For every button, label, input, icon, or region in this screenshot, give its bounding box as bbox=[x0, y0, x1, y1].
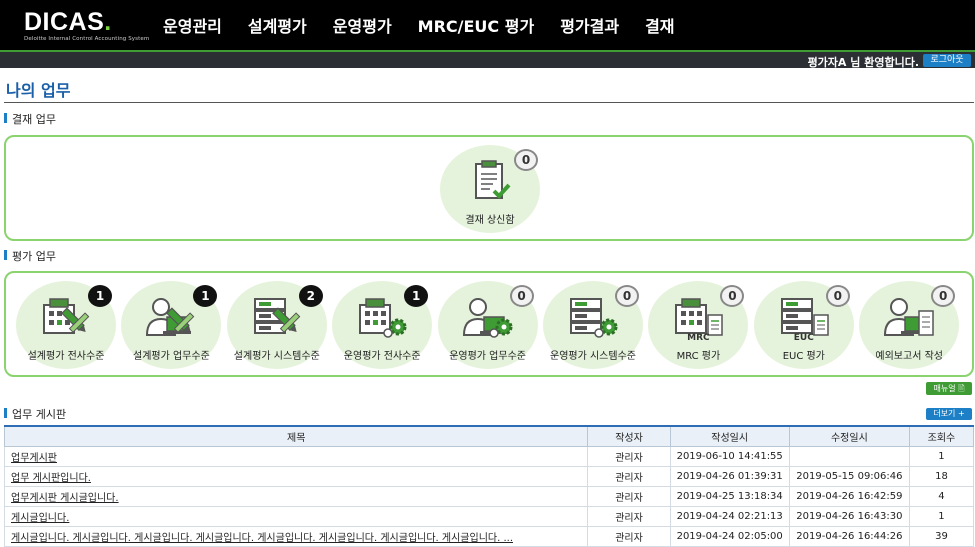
menu-evaluation-result[interactable]: 평가결과 bbox=[560, 13, 619, 37]
row-title[interactable]: 게시글입니다. bbox=[3, 505, 589, 527]
row-views: 1 bbox=[908, 445, 975, 467]
row-title[interactable]: 업무게시판 bbox=[3, 445, 589, 467]
row-views: 39 bbox=[908, 525, 975, 547]
row-author: 관리자 bbox=[587, 465, 671, 487]
row-created: 2019-06-10 14:41:55 bbox=[669, 445, 790, 467]
row-modified: 2019-04-26 16:43:30 bbox=[788, 505, 910, 527]
count-badge: 0 bbox=[825, 285, 850, 307]
page-title: 나의 업무 bbox=[6, 81, 71, 100]
clipboard-check-icon bbox=[475, 160, 511, 199]
evaluation-section-heading: 평가 업무 bbox=[4, 248, 56, 264]
row-author: 관리자 bbox=[587, 525, 671, 547]
row-views: 1 bbox=[908, 505, 975, 527]
count-badge: 0 bbox=[514, 149, 538, 171]
table-row[interactable]: 업무게시판 관리자 2019-06-10 14:41:55 1 bbox=[3, 445, 975, 467]
col-created: 작성일시 bbox=[669, 425, 790, 447]
row-modified: 2019-04-26 16:42:59 bbox=[788, 485, 910, 507]
count-badge: 1 bbox=[404, 285, 429, 307]
table-row[interactable]: 업무게시판 게시글입니다. 관리자 2019-04-25 13:18:34 2019-… bbox=[3, 485, 975, 507]
person-laptop-report-icon bbox=[884, 298, 934, 336]
row-modified: 2019-05-15 09:06:46 bbox=[788, 465, 910, 487]
col-views: 조회수 bbox=[908, 425, 975, 447]
building-pencil-icon bbox=[43, 298, 90, 334]
person-laptop-gear-icon bbox=[462, 298, 513, 338]
welcome-text: 평가자A 님 환영합니다. bbox=[807, 56, 919, 69]
server-pencil-icon bbox=[253, 298, 301, 334]
main-menu: 운영관리 설계평가 운영평가 MRC/EUC 평가 평가결과 결재 bbox=[150, 0, 688, 50]
row-created: 2019-04-24 02:05:00 bbox=[669, 525, 790, 547]
title-divider bbox=[4, 102, 974, 103]
table-header-row: 제목 작성자 작성일시 수정일시 조회수 bbox=[3, 425, 975, 447]
row-created: 2019-04-25 13:18:34 bbox=[669, 485, 790, 507]
more-button[interactable]: 더보기 + bbox=[926, 408, 972, 420]
dicas-logo[interactable]: DICAS. Deloitte Internal Control Account… bbox=[24, 10, 149, 43]
menu-mrc-euc-evaluation[interactable]: MRC/EUC 평가 bbox=[418, 13, 535, 37]
count-badge: 2 bbox=[298, 285, 323, 307]
menu-design-evaluation[interactable]: 설계평가 bbox=[248, 13, 307, 37]
manual-button[interactable]: 매뉴얼 🖹 bbox=[926, 382, 972, 395]
count-badge: 0 bbox=[509, 285, 534, 307]
board-section-heading: 업무 게시판 bbox=[4, 406, 66, 422]
col-modified: 수정일시 bbox=[788, 425, 910, 447]
table-row[interactable]: 업무 게시판입니다. 관리자 2019-04-26 01:39:31 2019-05-… bbox=[3, 465, 975, 487]
tile-label: 예외보고서 작성 bbox=[875, 351, 943, 362]
row-title[interactable]: 게시글입니다. 게시글입니다. 게시글입니다. 게시글입니다. 게시글입니다. … bbox=[3, 525, 589, 547]
row-created: 2019-04-24 02:21:13 bbox=[669, 505, 790, 527]
top-navigation-bar: DICAS. Deloitte Internal Control Account… bbox=[0, 0, 975, 50]
row-modified: 2019-04-26 16:44:26 bbox=[788, 525, 910, 547]
row-title[interactable]: 업무 게시판입니다. bbox=[3, 465, 589, 487]
menu-operation-evaluation[interactable]: 운영평가 bbox=[333, 13, 392, 37]
user-bar: 평가자A 님 환영합니다. 로그아웃 bbox=[0, 50, 975, 69]
count-badge: 0 bbox=[615, 285, 639, 307]
col-author: 작성자 bbox=[587, 425, 671, 447]
row-created: 2019-04-26 01:39:31 bbox=[669, 465, 790, 487]
approval-box: 결재 상신함 0 bbox=[4, 135, 974, 241]
row-author: 관리자 bbox=[587, 445, 671, 467]
row-title[interactable]: 업무게시판 게시글입니다. bbox=[3, 485, 589, 507]
row-views: 4 bbox=[908, 485, 975, 507]
count-badge: 0 bbox=[931, 285, 956, 307]
evaluation-box: 설계평가 전사수준 1 설계평가 업무수준 1 설계평가 시스템수준 2 운영평가 전사수준… bbox=[4, 271, 974, 377]
tile-label: 결재 상신함 bbox=[465, 215, 515, 226]
row-author: 관리자 bbox=[587, 485, 671, 507]
tile-sublabel: EUC bbox=[793, 333, 814, 343]
logout-button[interactable]: 로그아웃 bbox=[923, 54, 971, 67]
row-views: 18 bbox=[908, 465, 975, 487]
menu-operation-management[interactable]: 운영관리 bbox=[163, 13, 222, 37]
server-gear-icon bbox=[570, 298, 618, 338]
building-gear-icon bbox=[359, 298, 407, 338]
board-table: 제목 작성자 작성일시 수정일시 조회수 업무게시판 관리자 2019-06-10 … bbox=[3, 425, 975, 547]
person-laptop-pencil-icon bbox=[146, 298, 195, 336]
approval-section-heading: 결재 업무 bbox=[4, 111, 56, 127]
menu-approval[interactable]: 결재 bbox=[645, 13, 674, 37]
row-modified bbox=[788, 445, 910, 467]
col-title: 제목 bbox=[3, 425, 589, 447]
table-row[interactable]: 게시글입니다. 게시글입니다. 게시글입니다. 게시글입니다. 게시글입니다. … bbox=[3, 525, 975, 547]
table-row[interactable]: 게시글입니다. 관리자 2019-04-24 02:21:13 2019-04-26 … bbox=[3, 505, 975, 527]
count-badge: 1 bbox=[88, 285, 112, 307]
row-author: 관리자 bbox=[587, 505, 671, 527]
